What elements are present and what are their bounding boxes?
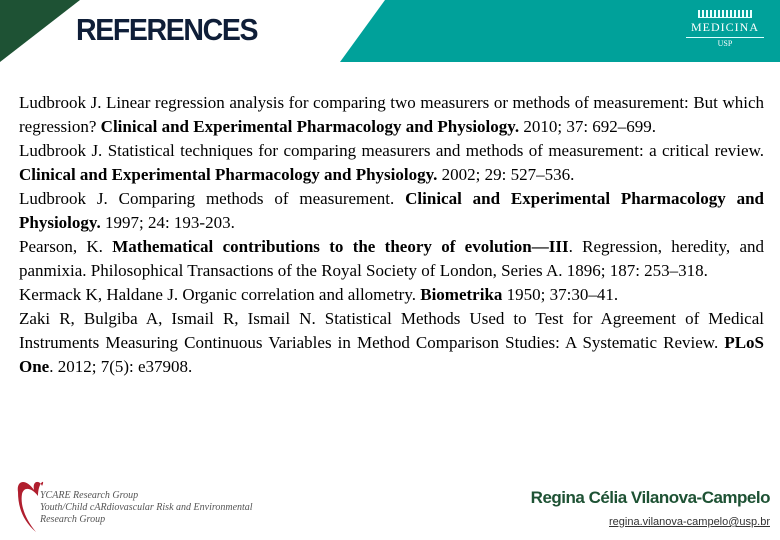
reference-item: Ludbrook J. Comparing methods of measure… — [19, 187, 764, 235]
reference-source: Mathematical contributions to the theory… — [112, 237, 569, 256]
building-icon — [698, 10, 752, 18]
reference-source: Clinical and Experimental Pharmacology a… — [100, 117, 520, 136]
group-line: Youth/Child cARdiovascular Risk and Envi… — [40, 502, 253, 513]
reference-item: Ludbrook J. Statistical techniques for c… — [19, 139, 764, 187]
reference-text: 1997; 24: 193-203. — [100, 213, 235, 232]
reference-text: Ludbrook J. Comparing methods of measure… — [19, 189, 406, 208]
reference-source: Clinical and Experimental Pharmacology a… — [19, 165, 438, 184]
reference-item: Ludbrook J. Linear regression analysis f… — [19, 91, 764, 139]
reference-text: Pearson, K. — [19, 237, 113, 256]
reference-list: Ludbrook J. Linear regression analysis f… — [19, 91, 764, 379]
reference-source: Biometrika — [420, 285, 503, 304]
reference-item: Pearson, K. Mathematical contributions t… — [19, 235, 764, 283]
reference-item: Zaki R, Bulgiba A, Ismail R, Ismail N. S… — [19, 307, 764, 379]
group-line: YCARE Research Group — [40, 490, 139, 501]
group-line: Research Group — [40, 514, 106, 525]
logo-main: MEDICINA — [686, 20, 764, 38]
page-title: REFERENCES — [76, 12, 259, 47]
reference-text: 2002; 29: 527–536. — [437, 165, 575, 184]
author-name: Regina Célia Vilanova-Campelo — [530, 488, 771, 507]
reference-text: Ludbrook J. Statistical techniques for c… — [19, 141, 764, 160]
reference-text: Kermack K, Haldane J. Organic correlatio… — [19, 285, 421, 304]
author-email-link[interactable]: regina.vilanova-campelo@usp.br — [609, 516, 770, 528]
reference-text: Zaki R, Bulgiba A, Ismail R, Ismail N. S… — [19, 309, 764, 352]
reference-item: Kermack K, Haldane J. Organic correlatio… — [19, 283, 764, 307]
medicina-usp-logo: MEDICINA USP — [686, 10, 764, 48]
reference-text: . 2012; 7(5): e37908. — [49, 357, 193, 376]
header-dark-triangle — [0, 0, 80, 62]
logo-sub: USP — [717, 39, 733, 48]
reference-text: 1950; 37:30–41. — [502, 285, 619, 304]
reference-text: 2010; 37: 692–699. — [519, 117, 657, 136]
research-group-logo-text: YCARE Research Group Youth/Child cARdiov… — [40, 490, 253, 526]
